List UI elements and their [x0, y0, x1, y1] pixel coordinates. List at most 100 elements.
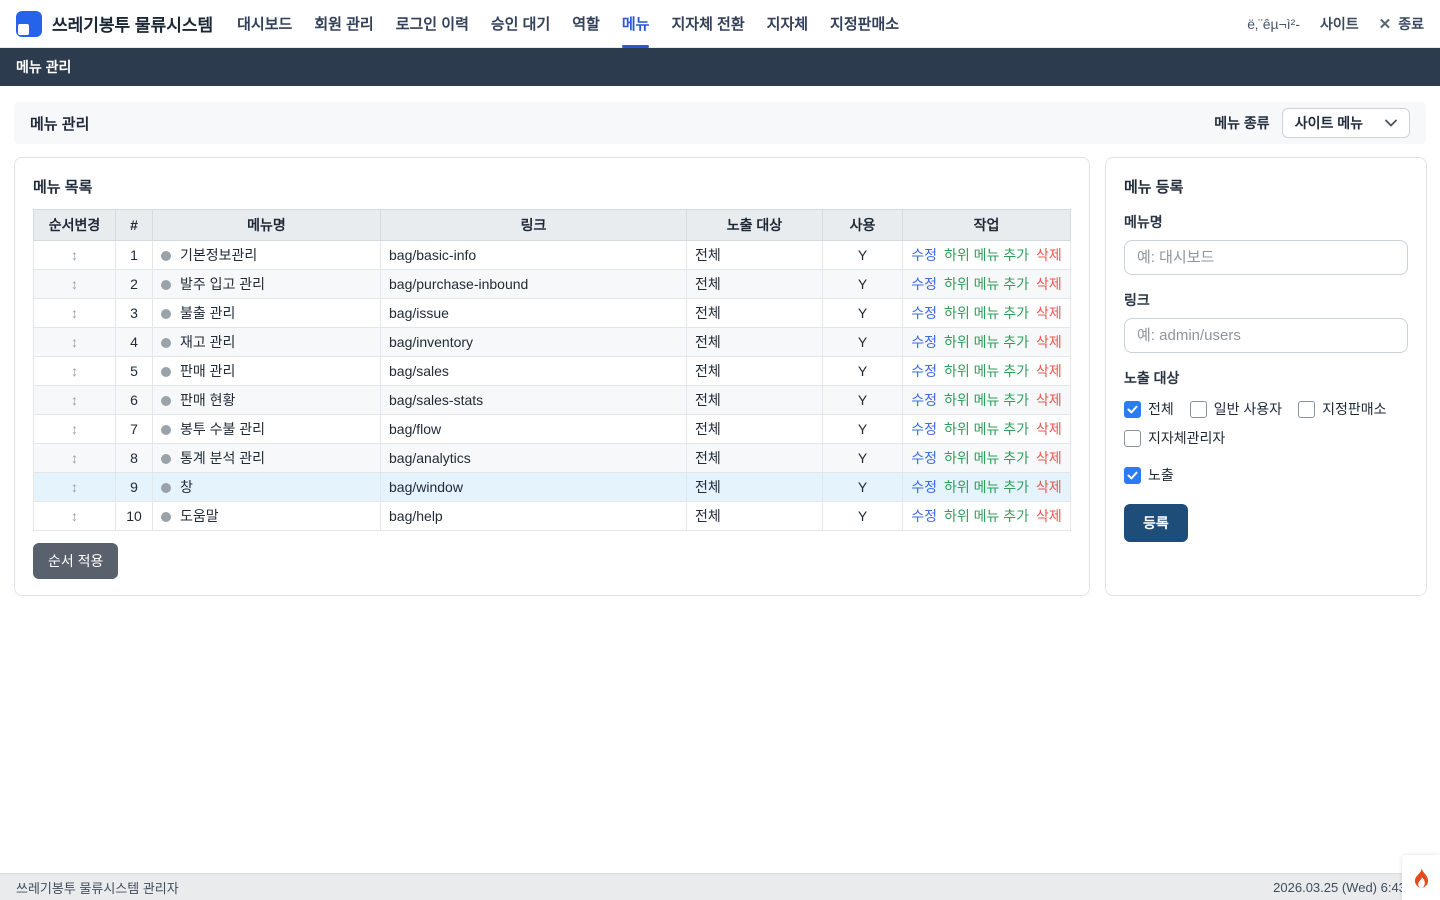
menu-use: Y: [823, 386, 903, 415]
delete-link[interactable]: 삭제: [1036, 305, 1062, 321]
menu-use: Y: [823, 299, 903, 328]
menu-use: Y: [823, 444, 903, 473]
nav-item[interactable]: 로그인 이력: [396, 0, 469, 48]
nav-item[interactable]: 대시보드: [237, 0, 292, 48]
edit-link[interactable]: 수정: [911, 508, 937, 524]
menu-link: bag/basic-info: [381, 241, 687, 270]
menu-dot-icon: [161, 512, 171, 522]
table-row: ↕4재고 관리bag/inventory전체Y수정하위 메뉴 추가삭제: [34, 328, 1071, 357]
nav-item[interactable]: 지정판매소: [830, 0, 899, 48]
site-link[interactable]: 사이트: [1320, 14, 1359, 34]
drag-handle-icon[interactable]: ↕: [71, 305, 78, 321]
menu-use: Y: [823, 502, 903, 531]
drag-handle-icon[interactable]: ↕: [71, 450, 78, 466]
menu-use: Y: [823, 357, 903, 386]
drag-handle-icon[interactable]: ↕: [71, 392, 78, 408]
menu-use: Y: [823, 241, 903, 270]
checkbox-option[interactable]: 일반 사용자: [1190, 399, 1282, 419]
menu-name: 불출 관리: [180, 305, 235, 321]
menu-dot-icon: [161, 425, 171, 435]
menu-link-label: 링크: [1124, 290, 1408, 310]
checkbox-option[interactable]: 지자체관리자: [1124, 428, 1225, 448]
add-submenu-link[interactable]: 하위 메뉴 추가: [944, 450, 1029, 466]
add-submenu-link[interactable]: 하위 메뉴 추가: [944, 276, 1029, 292]
drag-handle-icon[interactable]: ↕: [71, 363, 78, 379]
checkbox-label: 지정판매소: [1322, 399, 1386, 419]
delete-link[interactable]: 삭제: [1036, 421, 1062, 437]
drag-handle-icon[interactable]: ↕: [71, 247, 78, 263]
add-submenu-link[interactable]: 하위 메뉴 추가: [944, 392, 1029, 408]
menu-name: 재고 관리: [180, 334, 235, 350]
menu-list-card: 메뉴 목록 순서변경 # 메뉴명 링크 노출 대상 사용 작업: [14, 157, 1090, 596]
section-title: 메뉴 관리: [30, 113, 89, 134]
edit-link[interactable]: 수정: [911, 276, 937, 292]
add-submenu-link[interactable]: 하위 메뉴 추가: [944, 421, 1029, 437]
edit-link[interactable]: 수정: [911, 305, 937, 321]
add-submenu-link[interactable]: 하위 메뉴 추가: [944, 334, 1029, 350]
add-submenu-link[interactable]: 하위 메뉴 추가: [944, 508, 1029, 524]
checkbox-label: 일반 사용자: [1214, 399, 1282, 419]
edit-link[interactable]: 수정: [911, 479, 937, 495]
row-number: 7: [116, 415, 153, 444]
menu-target: 전체: [687, 415, 823, 444]
delete-link[interactable]: 삭제: [1036, 334, 1062, 350]
nav-item[interactable]: 회원 관리: [314, 0, 373, 48]
row-number: 10: [116, 502, 153, 531]
menu-link: bag/sales-stats: [381, 386, 687, 415]
edit-link[interactable]: 수정: [911, 392, 937, 408]
menu-link-input[interactable]: [1124, 318, 1408, 353]
table-row: ↕6판매 현황bag/sales-stats전체Y수정하위 메뉴 추가삭제: [34, 386, 1071, 415]
menu-table-body: ↕1기본정보관리bag/basic-info전체Y수정하위 메뉴 추가삭제↕2발…: [34, 241, 1071, 531]
menu-link: bag/flow: [381, 415, 687, 444]
edit-link[interactable]: 수정: [911, 334, 937, 350]
menu-use: Y: [823, 270, 903, 299]
drag-handle-icon[interactable]: ↕: [71, 421, 78, 437]
checkbox-option[interactable]: 노출: [1124, 465, 1408, 485]
add-submenu-link[interactable]: 하위 메뉴 추가: [944, 305, 1029, 321]
apply-order-button[interactable]: 순서 적용: [33, 543, 118, 579]
delete-link[interactable]: 삭제: [1036, 479, 1062, 495]
nav-item[interactable]: 메뉴: [622, 0, 650, 48]
page-title-bar: 메뉴 관리: [0, 48, 1440, 86]
nav-item[interactable]: 지자체 전환: [671, 0, 744, 48]
drag-handle-icon[interactable]: ↕: [71, 479, 78, 495]
checkbox-icon: [1190, 401, 1207, 418]
drag-handle-icon[interactable]: ↕: [71, 334, 78, 350]
menu-type-select[interactable]: 사이트 메뉴: [1282, 108, 1410, 138]
delete-link[interactable]: 삭제: [1036, 276, 1062, 292]
edit-link[interactable]: 수정: [911, 247, 937, 263]
delete-link[interactable]: 삭제: [1036, 363, 1062, 379]
edit-link[interactable]: 수정: [911, 363, 937, 379]
top-navbar: 쓰레기봉투 물류시스템 대시보드회원 관리로그인 이력승인 대기역할메뉴지자체 …: [0, 0, 1440, 48]
nav-item[interactable]: 승인 대기: [491, 0, 550, 48]
delete-link[interactable]: 삭제: [1036, 392, 1062, 408]
menu-use: Y: [823, 415, 903, 444]
logout-button[interactable]: ✕ 종료: [1379, 14, 1424, 34]
add-submenu-link[interactable]: 하위 메뉴 추가: [944, 363, 1029, 379]
row-number: 5: [116, 357, 153, 386]
nav-item[interactable]: 역할: [572, 0, 600, 48]
add-submenu-link[interactable]: 하위 메뉴 추가: [944, 479, 1029, 495]
checkbox-icon: [1124, 401, 1141, 418]
menu-name-input[interactable]: [1124, 240, 1408, 275]
checkbox-option[interactable]: 전체: [1124, 399, 1174, 419]
checkbox-option[interactable]: 지정판매소: [1298, 399, 1386, 419]
drag-handle-icon[interactable]: ↕: [71, 508, 78, 524]
edit-link[interactable]: 수정: [911, 450, 937, 466]
delete-link[interactable]: 삭제: [1036, 450, 1062, 466]
add-submenu-link[interactable]: 하위 메뉴 추가: [944, 247, 1029, 263]
debug-toolbar-button[interactable]: [1402, 855, 1440, 900]
nav-item[interactable]: 지자체: [767, 0, 808, 48]
drag-handle-icon[interactable]: ↕: [71, 276, 78, 292]
edit-link[interactable]: 수정: [911, 421, 937, 437]
delete-link[interactable]: 삭제: [1036, 247, 1062, 263]
menu-name: 발주 입고 관리: [180, 276, 265, 292]
column-header-use: 사용: [823, 210, 903, 241]
menu-table: 순서변경 # 메뉴명 링크 노출 대상 사용 작업 ↕1기본정보관리bag/ba…: [33, 209, 1071, 531]
menu-name: 도움말: [180, 508, 219, 524]
nav-right: ë‚¨êµ¬ì²- 사이트 ✕ 종료: [1247, 14, 1424, 34]
register-button[interactable]: 등록: [1124, 504, 1188, 542]
menu-dot-icon: [161, 367, 171, 377]
table-row: ↕2발주 입고 관리bag/purchase-inbound전체Y수정하위 메뉴…: [34, 270, 1071, 299]
delete-link[interactable]: 삭제: [1036, 508, 1062, 524]
